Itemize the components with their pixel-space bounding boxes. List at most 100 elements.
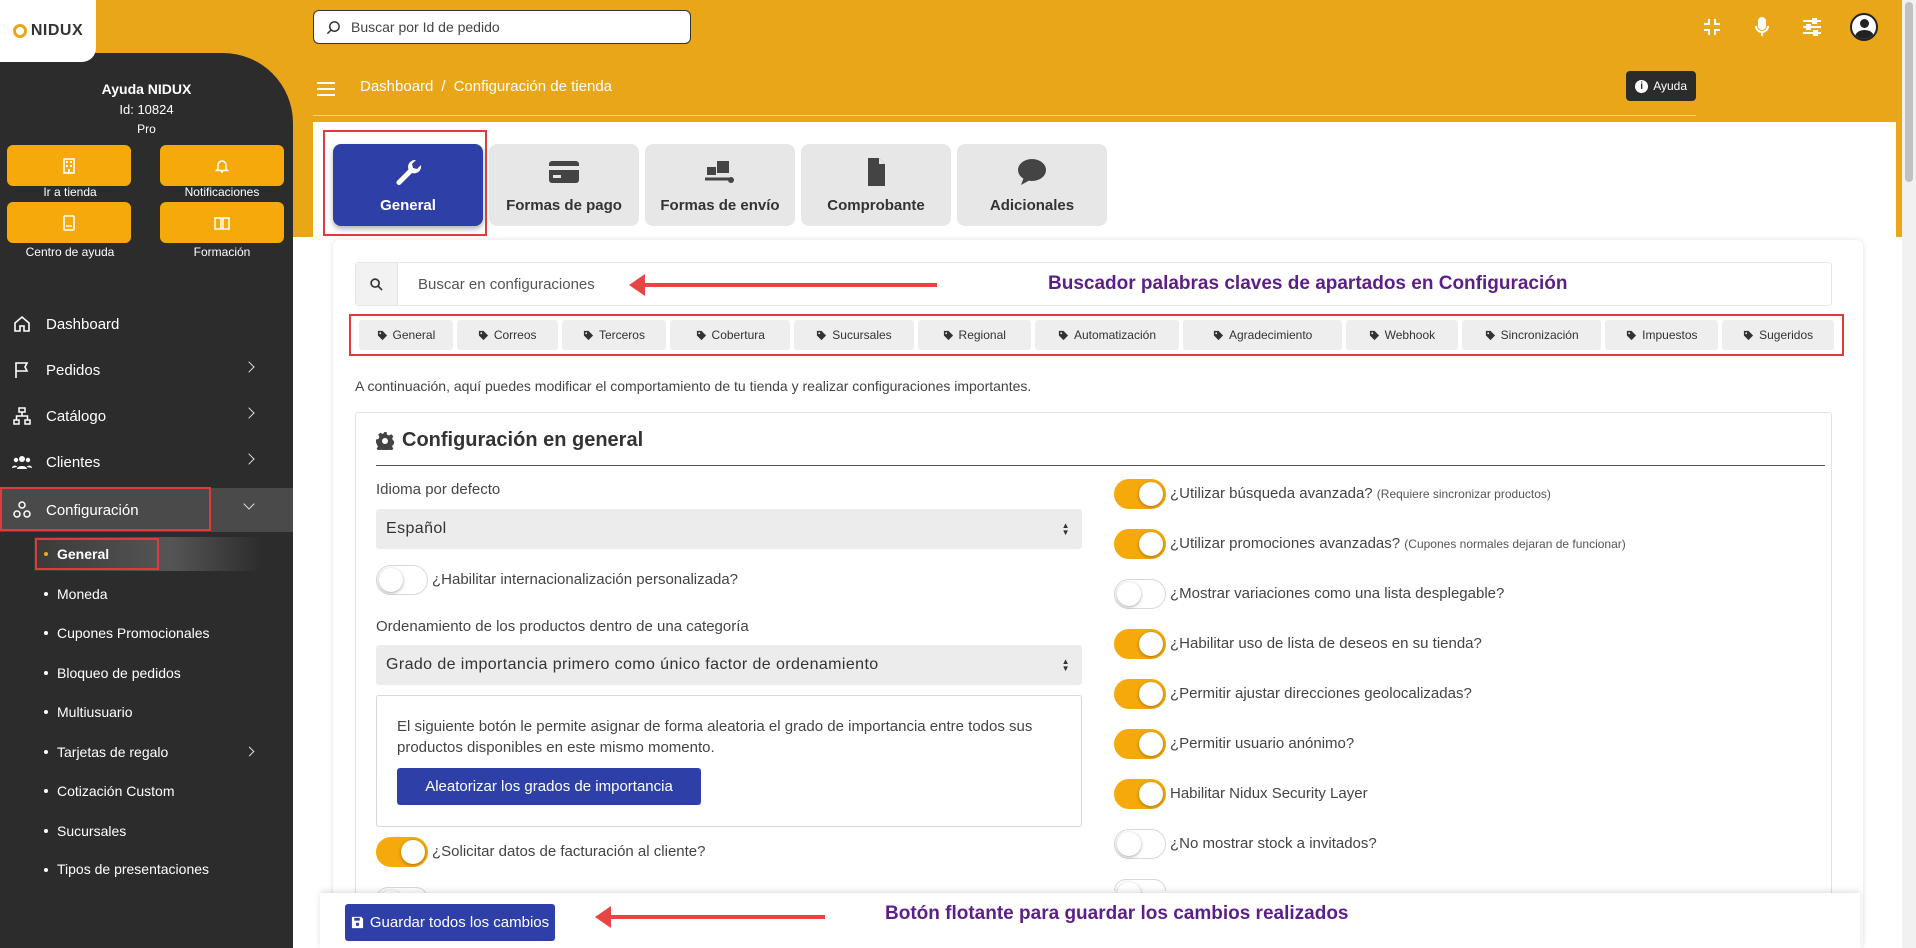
chip-webhook[interactable]: Webhook <box>1346 320 1458 350</box>
tab-comprobante[interactable]: Comprobante <box>801 144 951 226</box>
profile-plan: Pro <box>137 122 156 136</box>
chip-sincronizacion[interactable]: Sincronización <box>1461 320 1602 350</box>
anonymous-user-toggle[interactable] <box>1114 729 1166 759</box>
flag-icon <box>12 360 32 380</box>
randomize-button[interactable]: Aleatorizar los grados de importancia <box>397 768 701 805</box>
order-select-value: Grado de importancia primero como único … <box>386 656 879 673</box>
chip-terceros[interactable]: Terceros <box>561 320 667 350</box>
building-icon <box>63 157 75 174</box>
search-icon <box>326 20 340 34</box>
save-all-button-label: Guardar todos los cambios <box>369 914 550 931</box>
randomize-button-label: Aleatorizar los grados de importancia <box>425 778 673 795</box>
chip-automatizacion[interactable]: Automatización <box>1034 320 1180 350</box>
nav-item-pedidos[interactable]: Pedidos <box>0 348 293 392</box>
subnav-label: Cupones Promocionales <box>57 625 210 641</box>
book-icon <box>63 214 75 231</box>
tab-formas-de-pago[interactable]: Formas de pago <box>489 144 639 226</box>
tab-formas-de-envio[interactable]: Formas de envío <box>645 144 795 226</box>
quick-link-training-label: Formación <box>193 245 251 259</box>
nav-label: Configuración <box>46 501 139 519</box>
subnav-item-moneda[interactable]: Moneda <box>0 577 293 611</box>
order-search-input[interactable] <box>351 19 671 35</box>
chip-label: Correos <box>493 328 537 342</box>
chip-regional[interactable]: Regional <box>917 320 1031 350</box>
randomize-text: El siguiente botón le permite asignar de… <box>397 718 1033 756</box>
chip-impuestos[interactable]: Impuestos <box>1605 320 1719 350</box>
chevron-right-icon <box>243 407 255 419</box>
chip-sugeridos[interactable]: Sugeridos <box>1722 320 1834 350</box>
subnav-item-cotizacion[interactable]: Cotización Custom <box>0 774 293 808</box>
quick-link-help-center[interactable] <box>7 202 131 243</box>
chip-sucursales[interactable]: Sucursales <box>794 320 914 350</box>
chip-agradecimiento[interactable]: Agradecimiento <box>1183 320 1342 350</box>
wishlist-toggle[interactable] <box>1114 629 1166 659</box>
compress-icon[interactable] <box>1700 15 1724 39</box>
chip-label: Sugeridos <box>1759 328 1814 342</box>
nav-item-dashboard[interactable]: Dashboard <box>0 302 293 346</box>
tag-icon <box>943 330 953 340</box>
order-select[interactable]: Grado de importancia primero como único … <box>376 645 1082 685</box>
advanced-promos-toggle[interactable] <box>1114 529 1166 559</box>
nav-item-configuracion[interactable]: Configuración <box>0 488 293 532</box>
tab-general[interactable]: General <box>333 144 483 226</box>
chip-label: Regional <box>958 328 1006 342</box>
scrollbar-thumb[interactable] <box>1905 2 1913 182</box>
nav-label: Dashboard <box>46 315 120 333</box>
save-all-button[interactable]: Guardar todos los cambios <box>345 904 555 941</box>
billing-toggle[interactable] <box>376 837 428 867</box>
geolocation-toggle[interactable] <box>1114 679 1166 709</box>
save-annotation-arrow <box>595 906 825 928</box>
subnav-item-bloqueo[interactable]: Bloqueo de pedidos <box>0 656 293 690</box>
quick-link-store[interactable] <box>7 145 131 186</box>
intl-toggle[interactable] <box>376 565 428 595</box>
nav-item-clientes[interactable]: Clientes <box>0 440 293 484</box>
help-button[interactable]: i Ayuda <box>1626 71 1696 101</box>
subnav-item-tipos[interactable]: Tipos de presentaciones <box>0 853 293 877</box>
subnav-item-cupones[interactable]: Cupones Promocionales <box>0 616 293 650</box>
page-scrollbar[interactable] <box>1902 0 1916 948</box>
nav-item-catalogo[interactable]: Catálogo <box>0 394 293 438</box>
subnav-item-multiusuario[interactable]: Multiusuario <box>0 695 293 729</box>
tag-icon <box>1627 330 1637 340</box>
security-layer-toggle[interactable] <box>1114 779 1166 809</box>
toggle-partial[interactable] <box>1114 879 1166 906</box>
home-icon <box>12 314 32 334</box>
hamburger-menu-icon[interactable] <box>317 82 335 96</box>
sliders-icon[interactable] <box>1800 15 1824 39</box>
subnav-item-tarjetas[interactable]: Tarjetas de regalo <box>0 735 293 769</box>
profile: Ayuda NIDUX Id: 10824 Pro <box>0 81 293 136</box>
variations-dropdown-toggle[interactable] <box>1114 579 1166 609</box>
tag-icon <box>1213 330 1224 340</box>
logo[interactable]: NIDUX <box>0 0 96 62</box>
subnav-item-general[interactable]: General <box>0 537 293 571</box>
microphone-icon[interactable] <box>1750 15 1774 39</box>
user-avatar-icon[interactable] <box>1850 13 1878 41</box>
geolocation-label: ¿Permitir ajustar direcciones geolocaliz… <box>1170 685 1472 702</box>
quick-link-notifications[interactable] <box>160 145 284 186</box>
subnav-label: Bloqueo de pedidos <box>57 665 181 681</box>
language-select-value: Español <box>386 520 447 537</box>
tag-icon <box>696 330 706 340</box>
config-search-button[interactable] <box>356 263 398 305</box>
subnav-item-sucursales[interactable]: Sucursales <box>0 814 293 848</box>
tab-adicionales[interactable]: Adicionales <box>957 144 1107 226</box>
breadcrumb-dashboard[interactable]: Dashboard <box>360 78 433 95</box>
advanced-search-label: ¿Utilizar búsqueda avanzada? (Requiere s… <box>1170 485 1551 502</box>
chip-general[interactable]: General <box>359 320 453 350</box>
language-select[interactable]: Español ▲ ▼ <box>376 509 1082 549</box>
select-arrows-icon: ▲ ▼ <box>1061 521 1070 537</box>
order-search-box[interactable] <box>313 10 691 44</box>
nav-label: Catálogo <box>46 407 107 425</box>
advanced-search-toggle[interactable] <box>1114 479 1166 509</box>
profile-id: Id: 10824 <box>119 102 174 117</box>
chip-cobertura[interactable]: Cobertura <box>670 320 791 350</box>
quick-link-training[interactable] <box>160 202 284 243</box>
chip-correos[interactable]: Correos <box>456 320 558 350</box>
tag-icon <box>377 330 387 340</box>
hide-stock-toggle[interactable] <box>1114 829 1166 859</box>
tab-label: Comprobante <box>827 196 925 214</box>
chevron-right-icon <box>243 453 255 465</box>
billing-label: ¿Solicitar datos de facturación al clien… <box>432 843 706 860</box>
credit-card-icon <box>549 160 579 183</box>
tab-label: General <box>380 196 436 214</box>
